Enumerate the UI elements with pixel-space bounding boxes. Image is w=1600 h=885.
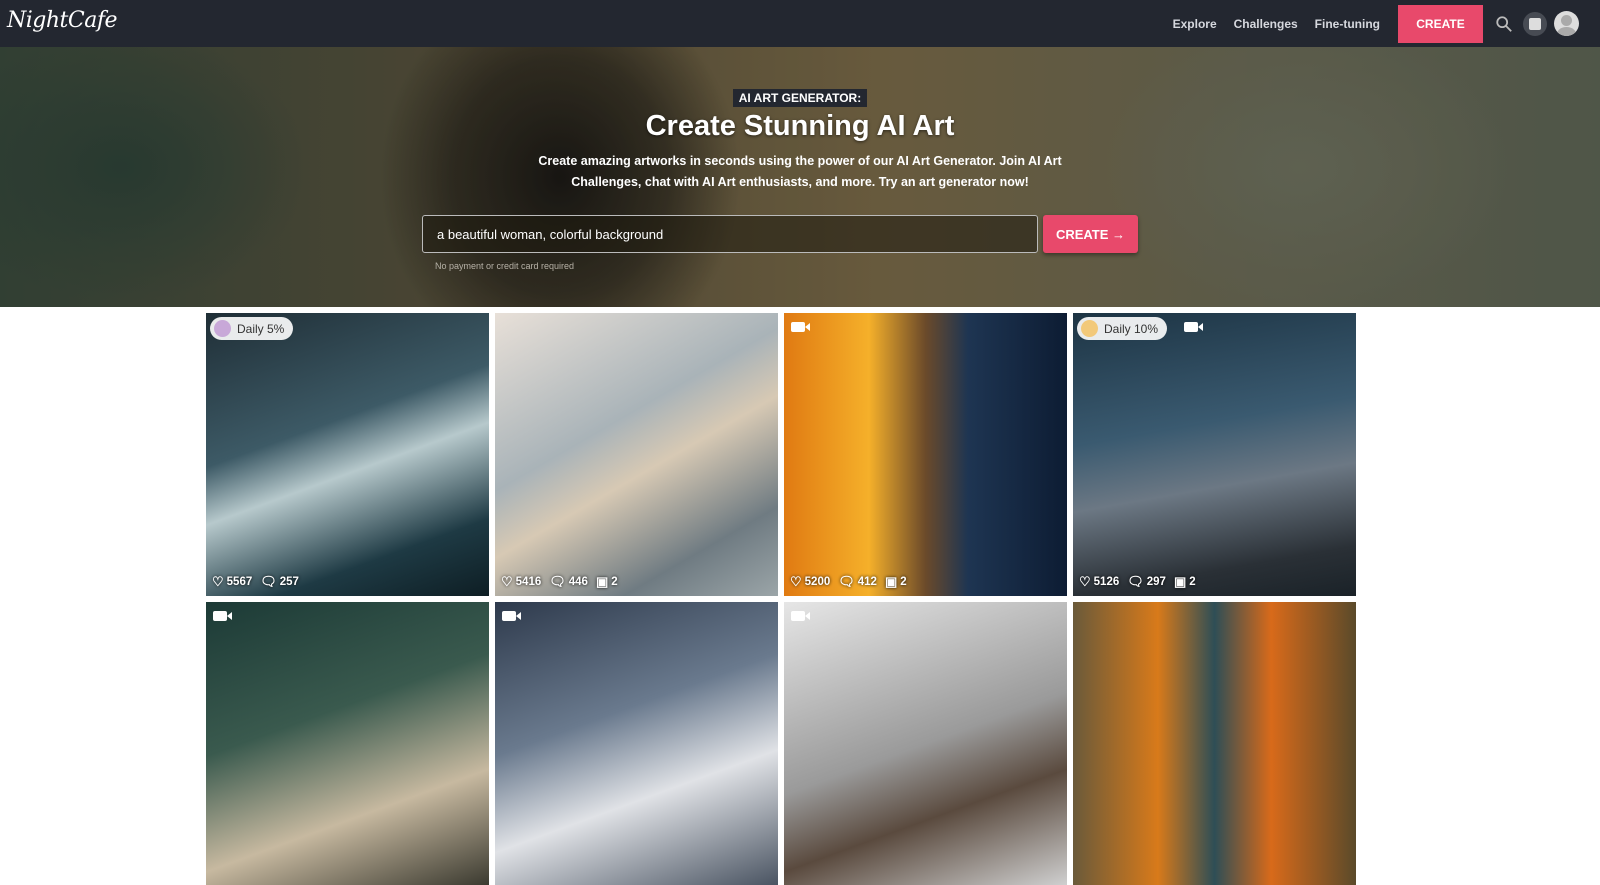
video-icon bbox=[502, 611, 521, 621]
video-icon bbox=[791, 322, 810, 332]
nav-explore[interactable]: Explore bbox=[1173, 17, 1217, 31]
likes-count: 5567 bbox=[226, 576, 253, 588]
card-stats: ♡ 5567 🗨 257 bbox=[212, 574, 307, 590]
heart-icon[interactable]: ♡ bbox=[1079, 574, 1091, 590]
images-count: 2 bbox=[611, 576, 618, 588]
comments-count: 297 bbox=[1146, 576, 1166, 588]
random-dice-icon[interactable] bbox=[1523, 11, 1547, 36]
prompt-input[interactable]: a beautiful woman, colorful background bbox=[422, 215, 1038, 253]
badge-avatar bbox=[1081, 320, 1098, 337]
artwork-card[interactable]: Daily 10% ♡ 5126 🗨 297 ▣ 2 bbox=[1073, 313, 1356, 596]
hero-title: Create Stunning AI Art bbox=[645, 110, 955, 142]
video-icon bbox=[213, 611, 232, 621]
video-icon bbox=[791, 611, 810, 621]
heart-icon[interactable]: ♡ bbox=[501, 574, 513, 590]
nav-challenges[interactable]: Challenges bbox=[1234, 17, 1298, 31]
heart-icon[interactable]: ♡ bbox=[212, 574, 224, 590]
artwork-card[interactable]: ♡ 5200 🗨 412 ▣ 2 bbox=[784, 313, 1067, 596]
badge-label: Daily 5% bbox=[237, 321, 285, 336]
artwork-card[interactable]: ♡ 5416 🗨 446 ▣ 2 bbox=[495, 313, 778, 596]
hero-banner: AI ART GENERATOR: Create Stunning AI Art… bbox=[0, 47, 1600, 307]
comment-icon: 🗨 bbox=[260, 574, 277, 589]
comments-count: 446 bbox=[568, 576, 588, 588]
hero-subtitle: Create amazing artworks in seconds using… bbox=[538, 154, 1062, 189]
comments-count: 257 bbox=[279, 576, 299, 588]
video-icon bbox=[1184, 322, 1203, 332]
artwork-grid: Daily 5% ♡ 5567 🗨 257 ♡ 5416 🗨 446 ▣ 2 ♡ 5200 🗨 412 ▣ 2 D… bbox=[206, 313, 1356, 885]
heart-icon[interactable]: ♡ bbox=[790, 574, 802, 590]
top-nav: NightCafe Explore Challenges Fine-tuning… bbox=[0, 0, 1600, 47]
hero-create-button[interactable]: CREATE → bbox=[1043, 215, 1138, 253]
no-payment-note: No payment or credit card required bbox=[435, 261, 575, 271]
comment-icon: 🗨 bbox=[1127, 574, 1144, 589]
badge-label: Daily 10% bbox=[1104, 321, 1159, 336]
images-icon: ▣ bbox=[1173, 574, 1187, 589]
daily-rank-badge: Daily 5% bbox=[210, 317, 294, 340]
nav-create-button[interactable]: CREATE bbox=[1398, 4, 1483, 43]
nav-fine-tuning[interactable]: Fine-tuning bbox=[1315, 17, 1380, 31]
images-count: 2 bbox=[900, 576, 907, 588]
artwork-card[interactable] bbox=[206, 602, 489, 885]
likes-count: 5416 bbox=[515, 576, 542, 588]
daily-rank-badge: Daily 10% bbox=[1077, 317, 1168, 340]
images-icon: ▣ bbox=[884, 574, 898, 589]
search-icon[interactable] bbox=[1495, 15, 1513, 33]
images-count: 2 bbox=[1189, 576, 1196, 588]
comment-icon: 🗨 bbox=[549, 574, 566, 589]
nightcafe-logo[interactable]: NightCafe bbox=[7, 8, 118, 33]
images-icon: ▣ bbox=[595, 574, 609, 589]
comments-count: 412 bbox=[857, 576, 877, 588]
card-stats: ♡ 5126 🗨 297 ▣ 2 bbox=[1079, 574, 1204, 590]
card-stats: ♡ 5200 🗨 412 ▣ 2 bbox=[790, 574, 915, 590]
comment-icon: 🗨 bbox=[838, 574, 855, 589]
artwork-card[interactable]: Daily 5% ♡ 5567 🗨 257 bbox=[206, 313, 489, 596]
likes-count: 5126 bbox=[1093, 576, 1120, 588]
artwork-card[interactable] bbox=[1073, 602, 1356, 885]
artwork-card[interactable] bbox=[495, 602, 778, 885]
user-avatar[interactable] bbox=[1554, 11, 1579, 36]
likes-count: 5200 bbox=[804, 576, 831, 588]
hero-tag: AI ART GENERATOR: bbox=[732, 89, 868, 107]
badge-avatar bbox=[214, 320, 231, 337]
card-stats: ♡ 5416 🗨 446 ▣ 2 bbox=[501, 574, 626, 590]
artwork-card[interactable] bbox=[784, 602, 1067, 885]
